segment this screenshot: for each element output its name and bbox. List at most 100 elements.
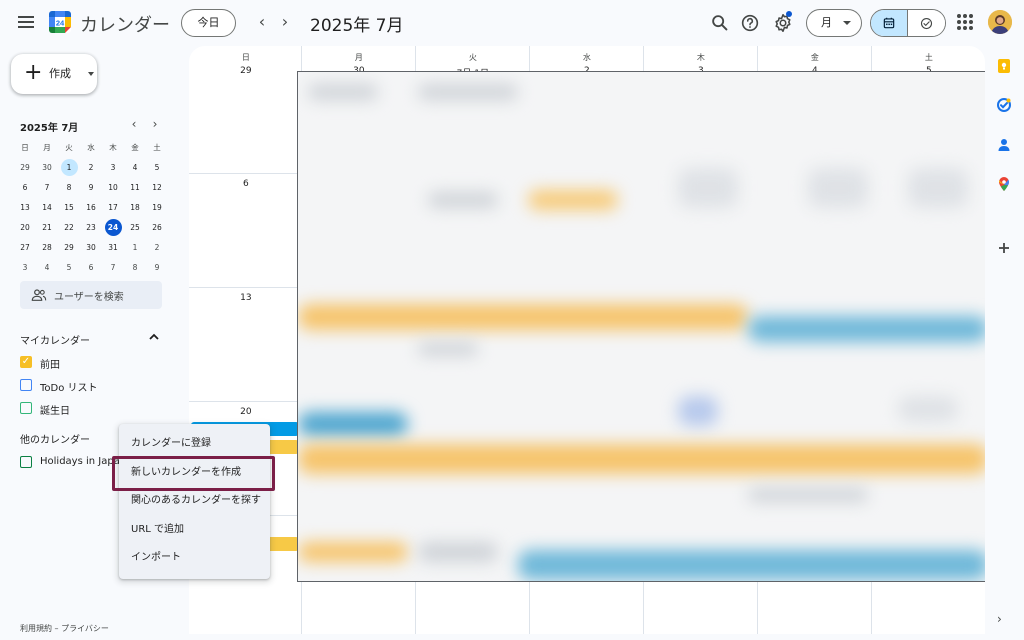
mini-day[interactable]: 1 <box>124 238 146 258</box>
weekday-label: 土 <box>924 53 933 62</box>
date-label[interactable]: 13 <box>189 293 303 303</box>
mini-day[interactable]: 30 <box>36 158 58 178</box>
chevron-right-icon[interactable]: › <box>997 612 1002 626</box>
menu-item-subscribe-calendar[interactable]: カレンダーに登録 <box>119 430 270 459</box>
account-avatar[interactable] <box>988 10 1012 34</box>
checkbox-icon[interactable] <box>20 402 32 414</box>
menu-item-add-from-url[interactable]: URL で追加 <box>119 516 270 545</box>
help-icon[interactable] <box>739 12 761 34</box>
menu-item-create-new-calendar[interactable]: 新しいカレンダーを作成 <box>119 459 270 488</box>
contacts-icon[interactable] <box>996 137 1012 153</box>
calendar-tasks-toggle <box>870 9 946 37</box>
mini-day[interactable]: 3 <box>102 158 124 178</box>
mini-day[interactable]: 11 <box>124 178 146 198</box>
mini-day[interactable]: 27 <box>14 238 36 258</box>
mini-day[interactable]: 19 <box>146 198 168 218</box>
mini-day[interactable]: 18 <box>124 198 146 218</box>
terms-privacy-links[interactable]: 利用規約 – プライバシー <box>20 623 109 634</box>
mini-day[interactable]: 7 <box>102 258 124 278</box>
avatar-image <box>988 10 1012 34</box>
menu-item-browse-calendars[interactable]: 関心のあるカレンダーを探す <box>119 487 270 516</box>
today-button[interactable]: 今日 <box>181 9 236 37</box>
checkbox-icon[interactable] <box>20 379 32 391</box>
mini-weekday: 火 <box>65 143 73 152</box>
main-menu-icon[interactable] <box>16 13 36 33</box>
mini-day[interactable]: 15 <box>58 198 80 218</box>
next-period-icon[interactable]: › <box>275 11 295 33</box>
calendar-view-button[interactable] <box>871 10 909 36</box>
people-search-input[interactable]: ユーザーを検索 <box>20 281 162 309</box>
mini-day[interactable]: 14 <box>36 198 58 218</box>
mini-day[interactable]: 2 <box>146 238 168 258</box>
mini-day[interactable]: 4 <box>124 158 146 178</box>
mini-day[interactable]: 29 <box>58 238 80 258</box>
mini-day[interactable]: 10 <box>102 178 124 198</box>
mini-day[interactable]: 2 <box>80 158 102 178</box>
mini-day[interactable]: 7 <box>36 178 58 198</box>
tasks-view-button[interactable] <box>908 10 945 36</box>
create-button[interactable]: + 作成 <box>11 54 97 94</box>
mini-day[interactable]: 8 <box>124 258 146 278</box>
plus-icon: + <box>24 60 43 85</box>
checkbox-checked-icon[interactable]: ✓ <box>20 356 32 368</box>
mini-day[interactable]: 8 <box>58 178 80 198</box>
chevron-down-icon <box>88 72 94 76</box>
search-icon[interactable] <box>709 12 731 34</box>
mini-day[interactable]: 20 <box>14 218 36 238</box>
month-view: 日 29 月 30 火 7月 1日 水 2 木 3 金 4 土 5 6 13 2… <box>189 46 985 634</box>
other-calendars-title[interactable]: 他のカレンダー <box>20 431 90 446</box>
logo-day-number: 24 <box>56 18 65 27</box>
checkbox-icon[interactable] <box>20 456 32 468</box>
mini-day[interactable]: 22 <box>58 218 80 238</box>
mini-day[interactable]: 16 <box>80 198 102 218</box>
mini-day[interactable]: 31 <box>102 238 124 258</box>
mini-weekday: 木 <box>109 143 117 152</box>
mini-day[interactable]: 28 <box>36 238 58 258</box>
mini-day[interactable]: 6 <box>80 258 102 278</box>
my-calendars-title[interactable]: マイカレンダー <box>20 332 90 347</box>
mini-day[interactable]: 9 <box>146 258 168 278</box>
mini-day[interactable]: 13 <box>14 198 36 218</box>
add-addon-icon[interactable] <box>996 240 1012 256</box>
app-title: カレンダー <box>80 15 170 36</box>
mini-calendar-prev-icon[interactable]: ‹ <box>127 117 141 131</box>
calendar-item-label: 前田 <box>40 360 60 371</box>
calendar-logo-icon[interactable]: 24 <box>48 10 72 34</box>
view-selector-label: 月 <box>821 16 832 29</box>
mini-day[interactable]: 4 <box>36 258 58 278</box>
mini-day[interactable]: 3 <box>14 258 36 278</box>
mini-day[interactable]: 26 <box>146 218 168 238</box>
date-label[interactable]: 20 <box>189 407 303 417</box>
previous-period-icon[interactable]: ‹ <box>252 11 272 33</box>
mini-day[interactable]: 17 <box>102 198 124 218</box>
mini-day[interactable]: 5 <box>58 258 80 278</box>
menu-item-import[interactable]: インポート <box>119 544 270 573</box>
maps-icon[interactable] <box>996 176 1012 192</box>
mini-weekday: 日 <box>21 143 29 152</box>
day-header-sun[interactable]: 日 29 <box>189 52 303 76</box>
mini-day[interactable]: 23 <box>80 218 102 238</box>
mini-weekday: 金 <box>131 143 139 152</box>
mini-day[interactable]: 29 <box>14 158 36 178</box>
date-label[interactable]: 6 <box>189 179 303 189</box>
date-label[interactable]: 29 <box>189 66 303 76</box>
google-apps-icon[interactable] <box>957 14 973 30</box>
view-selector[interactable]: 月 <box>806 9 862 37</box>
tasks-icon[interactable] <box>996 97 1012 113</box>
mini-day[interactable]: 9 <box>80 178 102 198</box>
mini-day[interactable]: 25 <box>124 218 146 238</box>
mini-day[interactable]: 5 <box>146 158 168 178</box>
weekday-label: 木 <box>696 53 705 62</box>
mini-day-selected[interactable]: 1 <box>58 158 80 178</box>
mini-day[interactable]: 30 <box>80 238 102 258</box>
calendar-item-label: Holidays in Japan <box>40 456 127 467</box>
mini-day-today[interactable]: 24 <box>102 218 124 238</box>
keep-icon[interactable] <box>996 58 1012 74</box>
task-check-icon <box>920 17 933 29</box>
mini-day[interactable]: 6 <box>14 178 36 198</box>
mini-day[interactable]: 21 <box>36 218 58 238</box>
chevron-up-icon[interactable] <box>148 331 160 343</box>
weekday-label: 水 <box>582 53 591 62</box>
mini-day[interactable]: 12 <box>146 178 168 198</box>
mini-calendar-next-icon[interactable]: › <box>148 117 162 131</box>
